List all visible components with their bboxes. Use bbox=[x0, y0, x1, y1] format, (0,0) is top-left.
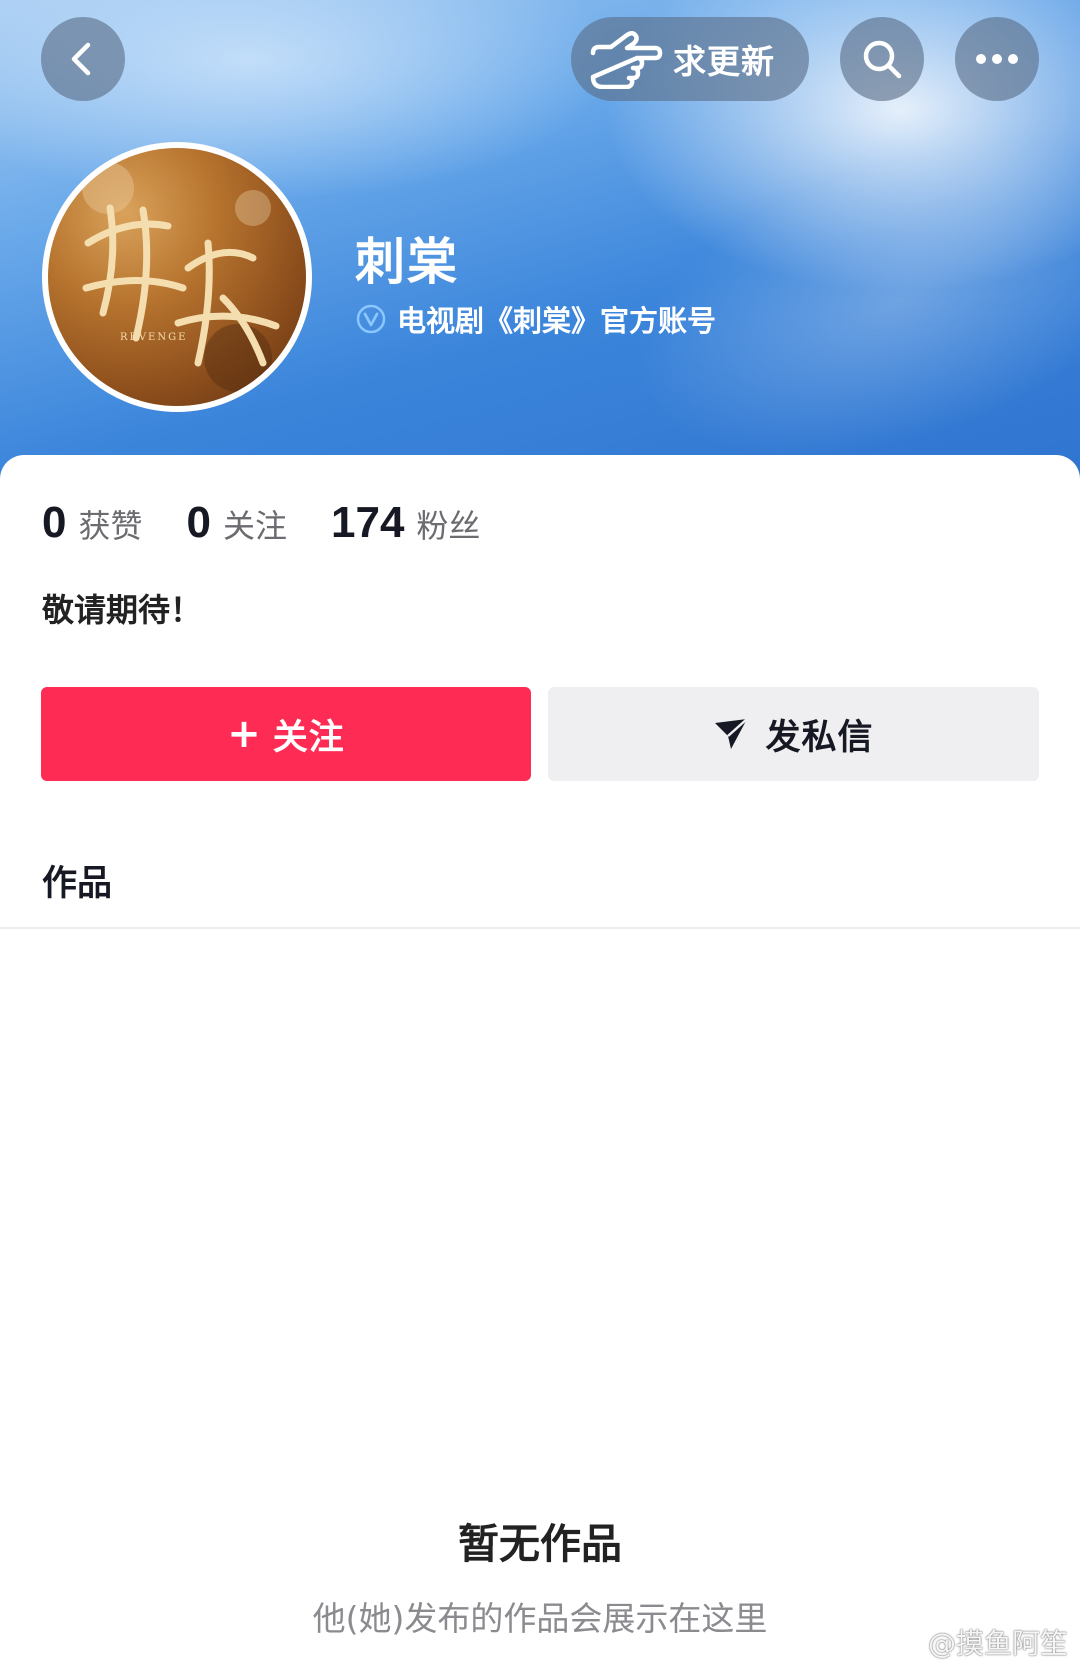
search-icon bbox=[863, 40, 902, 79]
send-icon bbox=[715, 718, 749, 749]
avatar-revenge-text: REVENGE bbox=[120, 332, 187, 343]
empty-state-title: 暂无作品 bbox=[458, 1520, 622, 1568]
request-update-button[interactable]: 求更新 bbox=[571, 17, 809, 101]
avatar[interactable]: REVENGE bbox=[42, 142, 312, 412]
more-horizontal-icon bbox=[976, 54, 1018, 64]
stat-following-label: 关注 bbox=[222, 507, 287, 545]
chevron-left-icon bbox=[71, 42, 91, 76]
watermark: @摸鱼阿笙 bbox=[882, 1622, 1068, 1662]
tab-divider bbox=[0, 927, 1080, 929]
send-message-button[interactable]: 发私信 bbox=[548, 687, 1039, 781]
stat-likes[interactable]: 0 获赞 bbox=[42, 498, 143, 548]
stat-following-value: 0 bbox=[186, 498, 211, 547]
profile-name: 刺棠 bbox=[355, 233, 459, 291]
profile-card: 0 获赞 0 关注 174 粉丝 敬请期待！ + 关注 发私信 作品 暂无作品 … bbox=[0, 455, 1080, 1676]
verification-row: 电视剧《刺棠》官方账号 bbox=[355, 298, 716, 340]
stats-row: 0 获赞 0 关注 174 粉丝 bbox=[42, 498, 524, 548]
verified-v-icon bbox=[356, 304, 386, 334]
follow-label: 关注 bbox=[272, 717, 345, 758]
stat-followers-value: 174 bbox=[331, 498, 405, 547]
follow-button[interactable]: + 关注 bbox=[41, 687, 531, 781]
weibo-icon bbox=[883, 1629, 919, 1658]
bio-text: 敬请期待！ bbox=[42, 591, 203, 629]
back-button[interactable] bbox=[41, 17, 125, 101]
stat-likes-label: 获赞 bbox=[78, 507, 143, 545]
stat-following[interactable]: 0 关注 bbox=[187, 498, 288, 548]
watermark-text: @摸鱼阿笙 bbox=[927, 1627, 1068, 1660]
send-message-label: 发私信 bbox=[765, 717, 874, 758]
stat-likes-value: 0 bbox=[42, 498, 67, 547]
verified-description: 电视剧《刺棠》官方账号 bbox=[397, 304, 717, 338]
plus-icon: + bbox=[227, 711, 261, 757]
pointing-hand-icon bbox=[590, 31, 663, 89]
stat-followers[interactable]: 174 粉丝 bbox=[331, 498, 480, 548]
request-update-label: 求更新 bbox=[673, 42, 775, 81]
tab-works[interactable]: 作品 bbox=[42, 855, 112, 906]
more-button[interactable] bbox=[955, 17, 1039, 101]
avatar-logo-image: REVENGE bbox=[82, 162, 280, 392]
stat-followers-label: 粉丝 bbox=[416, 507, 481, 545]
search-button[interactable] bbox=[840, 17, 924, 101]
